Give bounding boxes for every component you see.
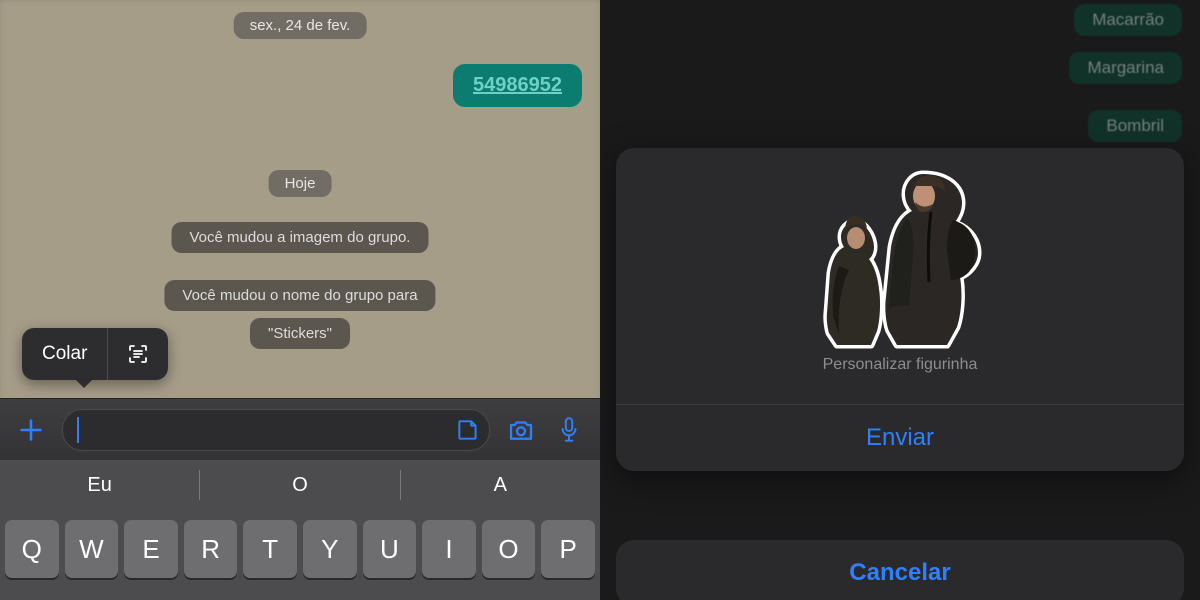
key-i[interactable]: I: [422, 520, 476, 578]
message-text-field[interactable]: [62, 409, 490, 451]
sticker-action-sheet: Personalizar figurinha Enviar: [616, 148, 1184, 471]
suggestion[interactable]: A: [401, 474, 600, 497]
key-r[interactable]: R: [184, 520, 238, 578]
key-w[interactable]: W: [65, 520, 119, 578]
outgoing-message-text: 54986952: [473, 74, 562, 96]
sticker-preview-area[interactable]: Personalizar figurinha: [616, 148, 1184, 404]
scan-text-menu-item[interactable]: [108, 342, 168, 366]
text-caret: [77, 417, 79, 443]
microphone-icon: [556, 415, 582, 445]
sticker-button[interactable]: [455, 417, 481, 443]
key-o[interactable]: O: [482, 520, 536, 578]
send-button[interactable]: Enviar: [616, 404, 1184, 471]
sheet-caption: Personalizar figurinha: [823, 356, 978, 374]
key-t[interactable]: T: [243, 520, 297, 578]
system-message: Você mudou o nome do grupo para: [164, 280, 435, 311]
attach-plus-button[interactable]: [14, 413, 48, 447]
sticker-confirmation-sheet-screenshot: Macarrão Margarina Bombril: [600, 0, 1200, 600]
background-message: Macarrão: [1074, 4, 1182, 36]
system-message: Você mudou a imagem do grupo.: [172, 222, 429, 253]
key-y[interactable]: Y: [303, 520, 357, 578]
scan-text-icon: [126, 342, 150, 366]
date-separator-today: Hoje: [269, 170, 332, 197]
camera-icon: [506, 415, 536, 445]
camera-button[interactable]: [504, 413, 538, 447]
message-input-bar: [0, 398, 600, 461]
key-q[interactable]: Q: [5, 520, 59, 578]
pasted-sticker: [795, 162, 1005, 352]
date-separator: sex., 24 de fev.: [234, 12, 367, 39]
context-menu: Colar: [22, 328, 168, 380]
context-menu-tail: [74, 378, 94, 388]
system-message: "Stickers": [250, 318, 350, 349]
plus-icon: [17, 416, 45, 444]
suggestion[interactable]: Eu: [0, 474, 199, 497]
background-message: Bombril: [1088, 110, 1182, 142]
key-p[interactable]: P: [541, 520, 595, 578]
keyboard-suggestion-bar: Eu O A: [0, 460, 600, 510]
background-message: Margarina: [1069, 52, 1182, 84]
sticker-icon: [455, 417, 481, 443]
paste-menu-item[interactable]: Colar: [22, 343, 107, 365]
key-e[interactable]: E: [124, 520, 178, 578]
suggestion[interactable]: O: [200, 474, 399, 497]
whatsapp-chat-paste-screenshot: sex., 24 de fev. 54986952 Hoje Você mudo…: [0, 0, 600, 600]
outgoing-message-bubble[interactable]: 54986952: [453, 64, 582, 107]
cancel-button[interactable]: Cancelar: [616, 540, 1184, 600]
keyboard-row-1: Q W E R T Y U I O P: [0, 510, 600, 600]
voice-record-button[interactable]: [552, 413, 586, 447]
sticker-image: [795, 162, 1005, 352]
key-u[interactable]: U: [363, 520, 417, 578]
